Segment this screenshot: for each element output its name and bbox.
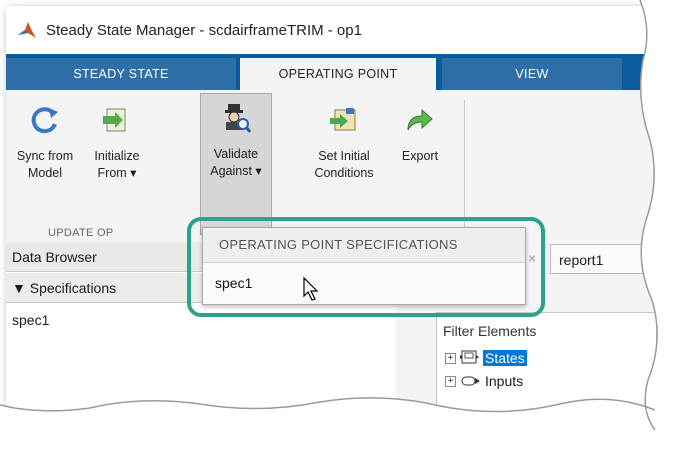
torn-paper-edge xyxy=(0,0,673,454)
